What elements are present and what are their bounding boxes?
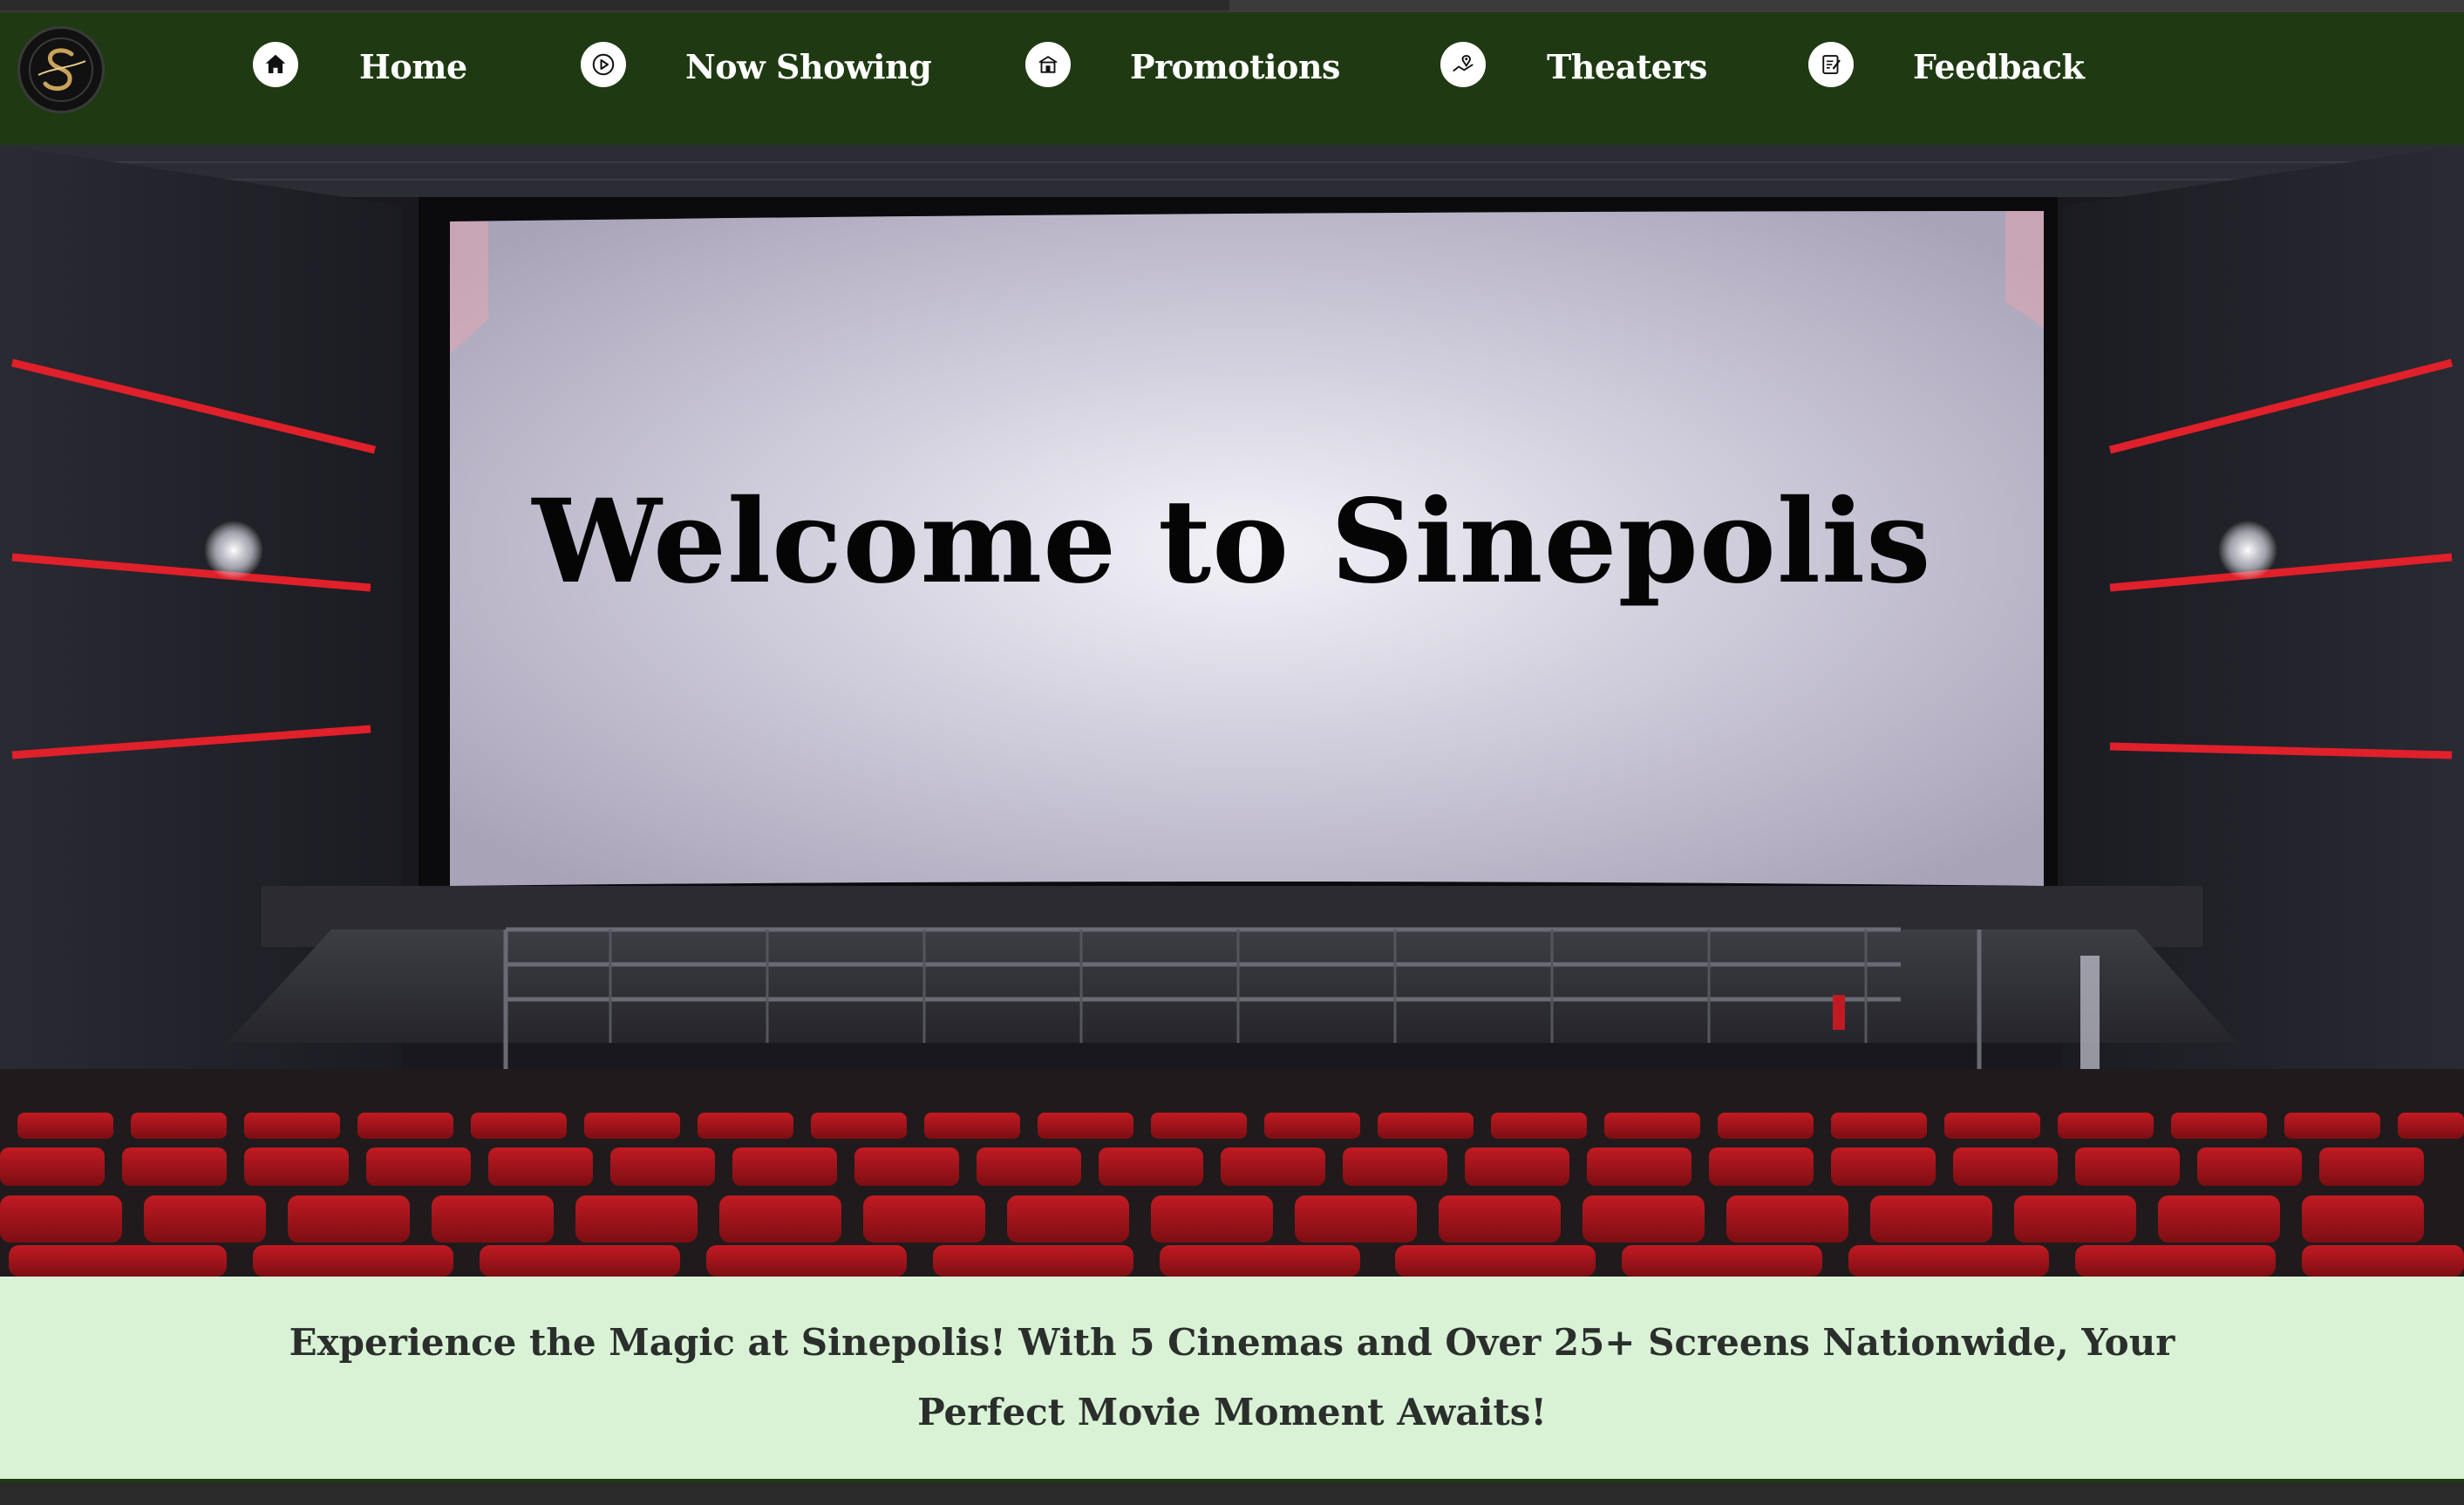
nav-label-theaters: Theaters bbox=[1547, 47, 1707, 86]
nav-label-promotions: Promotions bbox=[1130, 47, 1340, 86]
home-icon bbox=[253, 42, 298, 87]
nav-label-home: Home bbox=[359, 47, 467, 86]
cinema-hall-image bbox=[0, 145, 2464, 1277]
browser-tab-strip-left bbox=[0, 0, 1229, 12]
hero-banner: Welcome to Sinepolis bbox=[0, 145, 2464, 1277]
tagline-banner: Experience the Magic at Sinepolis! With … bbox=[0, 1277, 2464, 1482]
clipboard-edit-icon bbox=[1808, 42, 1854, 87]
nav-item-home[interactable]: Home bbox=[253, 40, 467, 89]
nav-item-now-showing[interactable]: Now Showing bbox=[581, 40, 932, 89]
tagline-text: Experience the Magic at Sinepolis! With … bbox=[289, 1321, 2175, 1433]
store-icon bbox=[1025, 42, 1071, 87]
nav-item-feedback[interactable]: Feedback bbox=[1808, 40, 2085, 89]
browser-tab-strip-right bbox=[1229, 0, 2464, 12]
sinepolis-s-logo-icon bbox=[29, 37, 93, 102]
nav-item-theaters[interactable]: Theaters bbox=[1440, 40, 1707, 89]
map-pin-icon bbox=[1440, 42, 1486, 87]
nav-label-feedback: Feedback bbox=[1913, 47, 2085, 86]
nav-label-now-showing: Now Showing bbox=[685, 47, 932, 86]
hero-title: Welcome to Sinepolis bbox=[532, 474, 1932, 609]
nav-item-promotions[interactable]: Promotions bbox=[1025, 40, 1340, 89]
play-circle-icon bbox=[581, 42, 626, 87]
browser-top-strip bbox=[0, 0, 2464, 12]
sinepolis-logo[interactable] bbox=[17, 26, 105, 113]
main-navbar: Home Now Showing Promotions Theaters Fee… bbox=[0, 12, 2464, 145]
bottom-strip bbox=[0, 1482, 2464, 1505]
